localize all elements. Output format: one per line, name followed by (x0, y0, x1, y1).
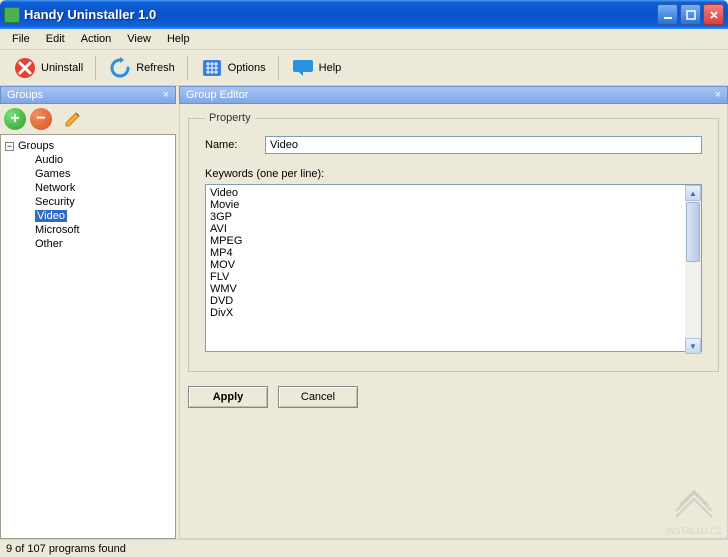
status-bar: 9 of 107 programs found (0, 539, 728, 557)
remove-group-button[interactable]: − (30, 108, 52, 130)
keywords-field[interactable] (205, 184, 702, 352)
groups-header-title: Groups (7, 89, 43, 101)
tree-item[interactable]: Other (3, 237, 173, 251)
uninstall-icon (13, 56, 37, 80)
property-legend: Property (205, 112, 255, 124)
collapse-icon[interactable]: − (5, 142, 14, 151)
tree-item[interactable]: Video (3, 209, 173, 223)
name-label: Name: (205, 139, 265, 151)
options-icon (200, 56, 224, 80)
scrollbar[interactable]: ▲ ▼ (685, 185, 701, 354)
tree-item[interactable]: Security (3, 195, 173, 209)
groups-tree[interactable]: − Groups Audio Games Network Security Video M… (0, 134, 176, 539)
window-title: Handy Uninstaller 1.0 (24, 7, 657, 22)
editor-close-icon[interactable]: × (715, 89, 721, 101)
tree-item[interactable]: Microsoft (3, 223, 173, 237)
name-field[interactable] (265, 136, 702, 154)
keywords-label: Keywords (one per line): (205, 168, 702, 180)
options-button[interactable]: Options (193, 52, 273, 84)
groups-header: Groups × (0, 86, 176, 104)
property-group: Property Name: Keywords (one per line): … (188, 112, 719, 372)
tree-item[interactable]: Games (3, 167, 173, 181)
options-label: Options (228, 62, 266, 74)
edit-group-button[interactable] (62, 108, 84, 130)
toolbar: Uninstall Refresh Options Help (0, 50, 728, 86)
tree-item[interactable]: Audio (3, 153, 173, 167)
close-button[interactable] (703, 4, 724, 25)
minimize-button[interactable] (657, 4, 678, 25)
add-group-button[interactable]: + (4, 108, 26, 130)
uninstall-button[interactable]: Uninstall (6, 52, 90, 84)
app-icon (4, 7, 20, 23)
groups-toolbar: + − (0, 104, 176, 134)
refresh-button[interactable]: Refresh (101, 52, 182, 84)
groups-pane: Groups × + − − Groups Audio Games Network S… (0, 86, 176, 539)
menu-help[interactable]: Help (159, 31, 198, 47)
tree-item[interactable]: Network (3, 181, 173, 195)
group-editor-pane: Group Editor × Property Name: Keywords (… (179, 86, 728, 539)
refresh-label: Refresh (136, 62, 175, 74)
tree-item-label: Microsoft (35, 224, 80, 236)
scroll-down-arrow[interactable]: ▼ (685, 338, 701, 354)
menu-action[interactable]: Action (73, 31, 120, 47)
help-icon (291, 56, 315, 80)
tree-root[interactable]: − Groups (3, 139, 173, 153)
cancel-button[interactable]: Cancel (278, 386, 358, 408)
help-button[interactable]: Help (284, 52, 349, 84)
help-label: Help (319, 62, 342, 74)
uninstall-label: Uninstall (41, 62, 83, 74)
groups-close-icon[interactable]: × (163, 89, 169, 101)
separator (95, 56, 96, 80)
editor-header-title: Group Editor (186, 89, 248, 101)
editor-header: Group Editor × (179, 86, 728, 104)
menu-file[interactable]: File (4, 31, 38, 47)
scroll-track[interactable] (685, 263, 701, 338)
tree-item-label: Security (35, 196, 75, 208)
tree-item-label: Network (35, 182, 75, 194)
scroll-thumb[interactable] (686, 202, 700, 262)
tree-root-label: Groups (18, 140, 54, 152)
status-text: 9 of 107 programs found (6, 543, 126, 555)
tree-item-label: Audio (35, 154, 63, 166)
separator (278, 56, 279, 80)
menu-bar: File Edit Action View Help (0, 29, 728, 50)
refresh-icon (108, 56, 132, 80)
maximize-button[interactable] (680, 4, 701, 25)
separator (187, 56, 188, 80)
apply-button[interactable]: Apply (188, 386, 268, 408)
menu-edit[interactable]: Edit (38, 31, 73, 47)
tree-item-label: Video (35, 210, 67, 222)
scroll-up-arrow[interactable]: ▲ (685, 185, 701, 201)
menu-view[interactable]: View (119, 31, 159, 47)
tree-item-label: Other (35, 238, 63, 250)
tree-item-label: Games (35, 168, 70, 180)
title-bar: Handy Uninstaller 1.0 (0, 0, 728, 29)
